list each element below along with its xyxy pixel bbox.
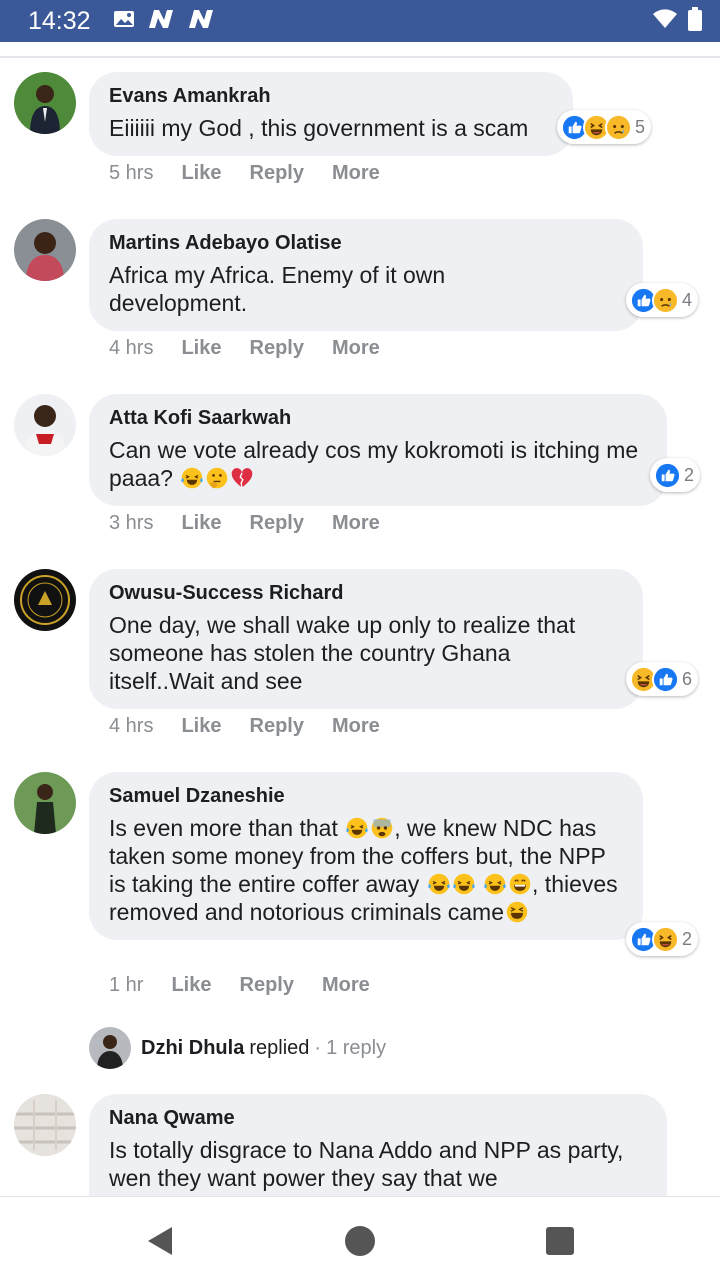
laughing-emoji-icon bbox=[505, 900, 529, 924]
avatar bbox=[89, 1027, 131, 1069]
like-button[interactable]: Like bbox=[181, 512, 221, 535]
comment-actions: 1 hr Like Reply More bbox=[109, 974, 370, 997]
haha-reaction-icon bbox=[652, 926, 679, 953]
reaction-count: 5 bbox=[635, 116, 646, 137]
comments-screen: 14:32 Evans Amankrah Eiiiiii my God , th… bbox=[0, 0, 720, 1280]
replied-label: replied bbox=[249, 1036, 310, 1059]
comment-author[interactable]: Evans Amankrah bbox=[109, 84, 553, 108]
more-button[interactable]: More bbox=[332, 715, 380, 738]
comment-bubble: Owusu-Success Richard One day, we shall … bbox=[89, 569, 643, 709]
back-triangle-icon[interactable] bbox=[142, 1223, 178, 1259]
more-button[interactable]: More bbox=[322, 974, 370, 997]
avatar[interactable] bbox=[14, 219, 76, 281]
comment-author[interactable]: Nana Qwame bbox=[109, 1106, 647, 1130]
header-divider bbox=[0, 56, 720, 58]
comment-time: 1 hr bbox=[109, 974, 144, 996]
broken-heart-emoji-icon bbox=[230, 466, 254, 490]
comment-text: Can we vote already cos my kokromoti is … bbox=[109, 436, 649, 492]
like-button[interactable]: Like bbox=[181, 337, 221, 360]
like-reaction-icon bbox=[652, 666, 679, 693]
joy-emoji-icon bbox=[452, 872, 476, 896]
more-button[interactable]: More bbox=[332, 512, 380, 535]
comment-time: 5 hrs bbox=[109, 162, 154, 184]
reaction-summary[interactable]: 2 bbox=[650, 458, 701, 492]
reaction-summary[interactable]: 5 bbox=[557, 110, 652, 144]
comment-actions: 5 hrs Like Reply More bbox=[109, 162, 380, 185]
reaction-count: 2 bbox=[682, 928, 693, 949]
separator-dot: · bbox=[314, 1036, 322, 1059]
reply-button[interactable]: Reply bbox=[240, 974, 294, 997]
comment-time: 4 hrs bbox=[109, 715, 154, 737]
joy-emoji-icon bbox=[427, 872, 451, 896]
avatar[interactable] bbox=[14, 772, 76, 834]
reaction-summary[interactable]: 6 bbox=[626, 662, 699, 696]
fearful-emoji-icon bbox=[370, 816, 394, 840]
comment-bubble: Samuel Dzaneshie Is even more than that … bbox=[89, 772, 643, 940]
like-button[interactable]: Like bbox=[171, 974, 211, 997]
battery-icon bbox=[688, 6, 702, 36]
like-reaction-icon bbox=[654, 462, 681, 489]
joy-emoji-icon bbox=[180, 466, 204, 490]
comment-author[interactable]: Atta Kofi Saarkwah bbox=[109, 406, 647, 430]
reaction-summary[interactable]: 4 bbox=[626, 283, 699, 317]
comment-text: Eiiiiii my God , this government is a sc… bbox=[109, 115, 529, 141]
reply-button[interactable]: Reply bbox=[250, 715, 304, 738]
avatar[interactable] bbox=[14, 394, 76, 456]
like-button[interactable]: Like bbox=[181, 715, 221, 738]
wifi-icon bbox=[652, 8, 678, 34]
avatar[interactable] bbox=[14, 1094, 76, 1156]
comment-text: Is totally disgrace to Nana Addo and NPP… bbox=[109, 1137, 624, 1191]
image-icon bbox=[113, 8, 137, 35]
comment-bubble: Atta Kofi Saarkwah Can we vote already c… bbox=[89, 394, 667, 506]
home-circle-icon[interactable] bbox=[342, 1223, 378, 1259]
n-logo-icon bbox=[187, 8, 217, 35]
reaction-count: 2 bbox=[684, 464, 695, 485]
comment-actions: 4 hrs Like Reply More bbox=[109, 715, 380, 738]
thinking-emoji-icon bbox=[205, 466, 229, 490]
reply-count: 1 reply bbox=[326, 1036, 387, 1059]
comment-author[interactable]: Martins Adebayo Olatise bbox=[109, 231, 623, 255]
joy-emoji-icon bbox=[483, 872, 507, 896]
grin-emoji-icon bbox=[508, 872, 532, 896]
comment-time: 4 hrs bbox=[109, 337, 154, 359]
comment-time: 3 hrs bbox=[109, 512, 154, 534]
recents-square-icon[interactable] bbox=[542, 1223, 578, 1259]
comment-bubble: Martins Adebayo Olatise Africa my Africa… bbox=[89, 219, 643, 331]
n-logo-icon bbox=[147, 8, 177, 35]
like-button[interactable]: Like bbox=[181, 162, 221, 185]
comment-author[interactable]: Samuel Dzaneshie bbox=[109, 784, 623, 808]
more-button[interactable]: More bbox=[332, 162, 380, 185]
reaction-summary[interactable]: 2 bbox=[626, 922, 699, 956]
comment-text-part: Is even more than that bbox=[109, 815, 338, 841]
comment-actions: 4 hrs Like Reply More bbox=[109, 337, 380, 360]
comment-text: Africa my Africa. Enemy of it own develo… bbox=[109, 262, 446, 316]
comment-actions: 3 hrs Like Reply More bbox=[109, 512, 380, 535]
joy-emoji-icon bbox=[345, 816, 369, 840]
more-button[interactable]: More bbox=[332, 337, 380, 360]
view-replies-link[interactable]: Dzhi Dhula replied · 1 reply bbox=[89, 1027, 386, 1069]
comment-text: One day, we shall wake up only to realiz… bbox=[109, 612, 576, 694]
reply-author: Dzhi Dhula bbox=[141, 1036, 245, 1059]
navigation-bar bbox=[0, 1196, 720, 1280]
sad-reaction-icon bbox=[605, 114, 632, 141]
avatar[interactable] bbox=[14, 569, 76, 631]
reply-button[interactable]: Reply bbox=[250, 162, 304, 185]
reaction-count: 4 bbox=[682, 289, 693, 310]
avatar[interactable] bbox=[14, 72, 76, 134]
comment-bubble: Evans Amankrah Eiiiiii my God , this gov… bbox=[89, 72, 573, 156]
sad-reaction-icon bbox=[652, 287, 679, 314]
reaction-count: 6 bbox=[682, 668, 693, 689]
reply-button[interactable]: Reply bbox=[250, 337, 304, 360]
status-time: 14:32 bbox=[28, 6, 91, 35]
comment-text: Is even more than that , we knew NDC has… bbox=[109, 814, 619, 926]
status-bar: 14:32 bbox=[0, 0, 720, 42]
comment-author[interactable]: Owusu-Success Richard bbox=[109, 581, 623, 605]
reply-button[interactable]: Reply bbox=[250, 512, 304, 535]
